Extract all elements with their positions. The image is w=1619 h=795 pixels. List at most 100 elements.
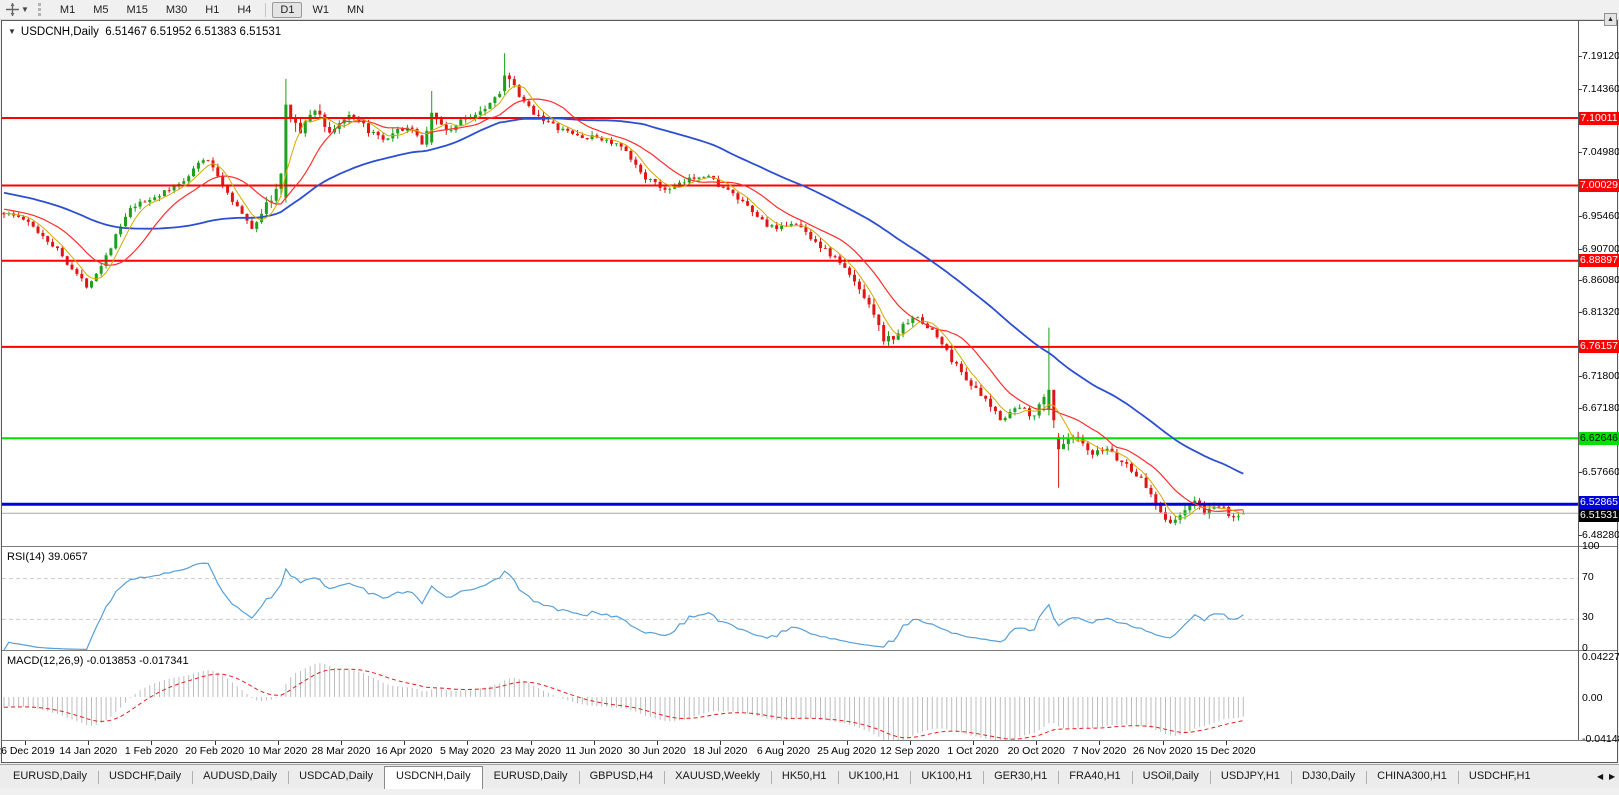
symbol-dropdown-icon[interactable]: ▼ [8, 27, 16, 36]
macd-label: MACD(12,26,9) -0.013853 -0.017341 [7, 655, 189, 667]
chart-tab-usoil-daily[interactable]: USOil,Daily [1132, 766, 1210, 789]
rsi-indicator-canvas[interactable] [2, 548, 1578, 650]
chart-tab-audusd-daily[interactable]: AUDUSD,Daily [192, 766, 288, 789]
time-tick-label: 25 Aug 2020 [817, 745, 876, 757]
price-tick-label: 6.90700 [1582, 243, 1619, 255]
time-tick-label: 26 Dec 2019 [0, 745, 55, 757]
price-tick-label: 6.71800 [1582, 370, 1619, 382]
price-tick-mark [1578, 312, 1582, 313]
pane-divider-rsi-macd[interactable] [2, 650, 1617, 651]
macd-indicator-canvas[interactable] [2, 652, 1578, 740]
time-tick-label: 7 Nov 2020 [1073, 745, 1127, 757]
toolbar-grip[interactable] [38, 3, 44, 16]
macd-tick-label: -0.04148 [1582, 733, 1619, 745]
rsi-tick-label: 30 [1582, 611, 1594, 623]
macd-signal-line [4, 669, 1243, 739]
timeframe-button-group: M1M5M15M30H1H4 D1W1MN [51, 2, 373, 18]
rsi-line [4, 563, 1243, 650]
timeframe-button-h4[interactable]: H4 [229, 2, 259, 18]
timeframe-button-d1[interactable]: D1 [272, 2, 302, 18]
timeframe-button-m30[interactable]: M30 [158, 2, 195, 18]
time-tick-label: 16 Apr 2020 [376, 745, 433, 757]
price-tick-label: 7.14360 [1582, 83, 1619, 95]
hline-price-badge-6.76157: 6.76157 [1579, 340, 1619, 353]
chart-corner-button[interactable]: ▲ [1604, 13, 1617, 26]
chart-tab-bar: EURUSD,DailyUSDCHF,DailyAUDUSD,DailyUSDC… [0, 764, 1619, 788]
chart-tab-china300-h1[interactable]: CHINA300,H1 [1366, 766, 1458, 789]
chart-tab-eurusd-daily[interactable]: EURUSD,Daily [483, 766, 579, 789]
chart-tab-usdcnh-daily[interactable]: USDCNH,Daily [384, 766, 483, 789]
rsi-name: RSI(14) [7, 551, 45, 563]
chart-tab-usdjpy-h1[interactable]: USDJPY,H1 [1210, 766, 1291, 789]
time-tick-label: 6 Aug 2020 [757, 745, 810, 757]
crosshair-tool-button[interactable]: ▼ [3, 2, 32, 17]
price-tick-label: 6.67180 [1582, 402, 1619, 414]
top-toolbar: ▼ M1M5M15M30H1H4 D1W1MN [0, 0, 1619, 20]
macd-tick-label: 0.042275 [1582, 651, 1619, 663]
timeframe-button-h1[interactable]: H1 [197, 2, 227, 18]
time-tick-label: 1 Feb 2020 [125, 745, 178, 757]
chevron-down-icon: ▼ [21, 5, 29, 14]
chart-tab-hk50-h1[interactable]: HK50,H1 [771, 766, 838, 789]
chart-tab-uk100-h1[interactable]: UK100,H1 [910, 766, 983, 789]
time-tick-label: 15 Dec 2020 [1196, 745, 1256, 757]
chart-tab-strip: EURUSD,DailyUSDCHF,DailyAUDUSD,DailyUSDC… [2, 766, 1594, 789]
chart-tab-xauusd-weekly[interactable]: XAUUSD,Weekly [664, 766, 771, 789]
tab-scroll-right-icon[interactable]: ▶ [1609, 772, 1615, 781]
timeframe-button-m1[interactable]: M1 [52, 2, 83, 18]
time-tick-label: 10 Mar 2020 [248, 745, 307, 757]
chart-tab-uk100-h1[interactable]: UK100,H1 [838, 766, 911, 789]
tab-scroll-left-icon[interactable]: ◀ [1597, 772, 1603, 781]
chart-tab-dj30-daily[interactable]: DJ30,Daily [1291, 766, 1366, 789]
chart-tab-usdcad-daily[interactable]: USDCAD,Daily [288, 766, 384, 789]
chart-tab-eurusd-daily[interactable]: EURUSD,Daily [2, 766, 98, 789]
main-chart-canvas[interactable] [2, 21, 1578, 546]
timeframe-button-w1[interactable]: W1 [304, 2, 337, 18]
price-tick-mark [1578, 249, 1582, 250]
mid-moving-average-line [4, 99, 1243, 511]
pane-divider-macd-time [2, 740, 1617, 741]
mt4-window: { "toolbar": { "timeframes": ["M1","M5",… [0, 0, 1619, 795]
timeframe-button-m15[interactable]: M15 [118, 2, 155, 18]
chart-title: ▼USDCNH,Daily 6.51467 6.51952 6.51383 6.… [8, 26, 281, 38]
price-tick-label: 6.86080 [1582, 274, 1619, 286]
rsi-tick-label: 100 [1582, 540, 1600, 552]
time-tick-label: 18 Jul 2020 [693, 745, 747, 757]
time-tick-label: 30 Jun 2020 [628, 745, 686, 757]
time-tick-label: 20 Oct 2020 [1008, 745, 1065, 757]
up-candle-bodies [7, 76, 1244, 523]
rsi-label: RSI(14) 39.0657 [7, 551, 88, 563]
timeframe-button-mn[interactable]: MN [339, 2, 372, 18]
time-tick-label: 14 Jan 2020 [59, 745, 117, 757]
current-price-badge: 6.51531 [1579, 509, 1619, 522]
chart-tab-overflow[interactable]: USDCHF,H1 [1458, 766, 1542, 789]
chart-tab-fra40-h1[interactable]: FRA40,H1 [1058, 766, 1131, 789]
price-tick-label: 6.57660 [1582, 466, 1619, 478]
price-tick-label: 7.04980 [1582, 146, 1619, 158]
chart-tab-usdchf-daily[interactable]: USDCHF,Daily [98, 766, 192, 789]
price-tick-mark [1578, 216, 1582, 217]
macd-values: -0.013853 -0.017341 [86, 655, 188, 667]
macd-tick-label: 0.00 [1582, 692, 1602, 704]
time-tick-label: 26 Nov 2020 [1133, 745, 1193, 757]
toolbar-separator [265, 3, 266, 17]
price-tick-mark [1578, 472, 1582, 473]
fast-moving-average-line [4, 86, 1243, 518]
price-tick-mark [1578, 56, 1582, 57]
price-tick-mark [1578, 408, 1582, 409]
hline-price-badge-6.88897: 6.88897 [1579, 254, 1619, 267]
chart-tab-gbpusd-h4[interactable]: GBPUSD,H4 [579, 766, 665, 789]
rsi-tick-label: 70 [1582, 571, 1594, 583]
pane-divider-main-rsi[interactable] [2, 546, 1617, 547]
timeframe-button-m5[interactable]: M5 [85, 2, 116, 18]
hline-price-badge-6.52865: 6.52865 [1579, 496, 1619, 509]
time-tick-label: 20 Feb 2020 [185, 745, 244, 757]
price-axis-divider [1578, 21, 1579, 740]
chart-tab-ger30-h1[interactable]: GER30,H1 [983, 766, 1058, 789]
time-tick-label: 12 Sep 2020 [880, 745, 940, 757]
price-tick-mark [1578, 152, 1582, 153]
price-tick-mark [1578, 89, 1582, 90]
slow-moving-average-line [4, 118, 1243, 473]
macd-histogram [4, 663, 1243, 740]
cursor-crosshair-icon [6, 3, 19, 16]
